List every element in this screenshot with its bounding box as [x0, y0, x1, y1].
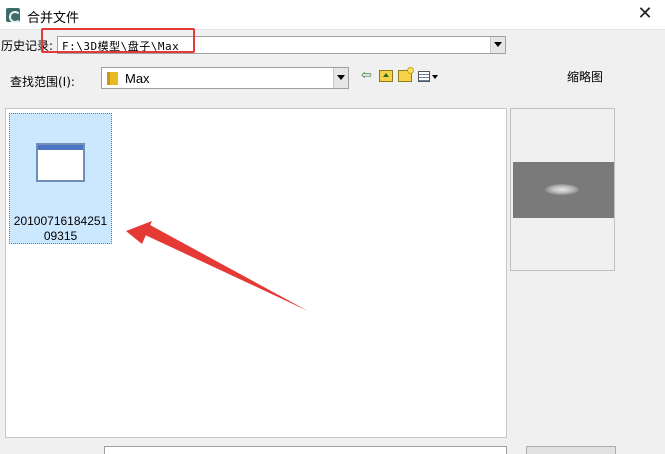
open-button[interactable] — [526, 446, 616, 454]
annotation-arrow — [126, 221, 308, 311]
annotation-arrow-shaft — [143, 225, 308, 311]
file-name-field[interactable] — [104, 446, 507, 454]
